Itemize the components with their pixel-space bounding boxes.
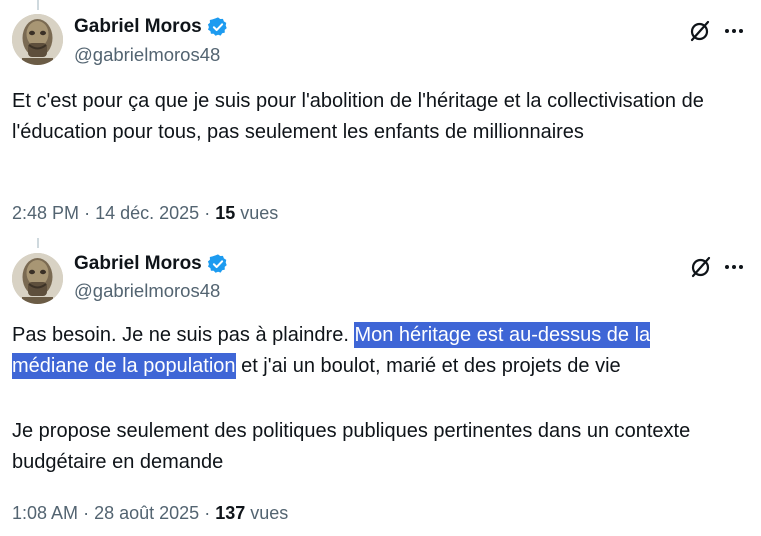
tweet-time[interactable]: 1:08 AM [12,503,78,523]
display-name[interactable]: Gabriel Moros [74,16,202,38]
more-icon[interactable] [721,19,747,43]
tweet-2[interactable]: Gabriel Moros @gabrielmoros48 Pas besoin… [0,248,761,536]
statue-avatar-image [12,14,63,65]
tweet-metadata: 1:08 AM · 28 août 2025 · 137 vues [12,503,288,524]
tweet-text: Et c'est pour ça que je suis pour l'abol… [12,90,704,143]
verified-badge-icon [207,16,229,38]
views-label: vues [240,203,279,223]
separator-dot: · [204,503,211,523]
tweet-date[interactable]: 14 déc. 2025 [95,203,199,223]
verified-badge-icon [207,253,229,275]
views-label: vues [250,503,289,523]
author-handle[interactable]: @gabrielmoros48 [74,280,220,302]
author-name-row: Gabriel Moros [74,16,229,38]
separator-dot: · [83,503,90,523]
avatar[interactable] [12,253,63,304]
tweet-time[interactable]: 2:48 PM [12,203,79,223]
views-count: 15 [215,203,236,223]
thread-connector-middle [37,238,39,248]
tweet-text-plain: et j'ai un boulot, marié et des projets … [235,355,621,377]
more-icon[interactable] [721,255,747,279]
separator-dot: · [204,203,211,223]
tweet-text: Pas besoin. Je ne suis pas à plaindre. M… [12,320,742,382]
tweet-date[interactable]: 28 août 2025 [94,503,199,523]
selected-text-highlight: Mon héritage est au-dessus de la [354,322,651,348]
selected-text-highlight: médiane de la population [12,353,236,379]
tweet-text-paragraph-2: Je propose seulement des politiques publ… [12,420,691,473]
author-name-row: Gabriel Moros [74,253,229,275]
display-name[interactable]: Gabriel Moros [74,253,202,275]
tweet-text-plain: Pas besoin. Je ne suis pas à plaindre. [12,324,355,346]
statue-avatar-image [12,253,63,304]
tweet-metadata: 2:48 PM · 14 déc. 2025 · 15 vues [12,203,278,224]
grok-icon[interactable] [688,19,712,43]
avatar[interactable] [12,14,63,65]
separator-dot: · [84,203,91,223]
tweet-1[interactable]: Gabriel Moros @gabrielmoros48 Et c'est p… [0,0,761,235]
grok-icon[interactable] [689,255,713,279]
author-handle[interactable]: @gabrielmoros48 [74,44,220,66]
views-count: 137 [215,503,246,523]
